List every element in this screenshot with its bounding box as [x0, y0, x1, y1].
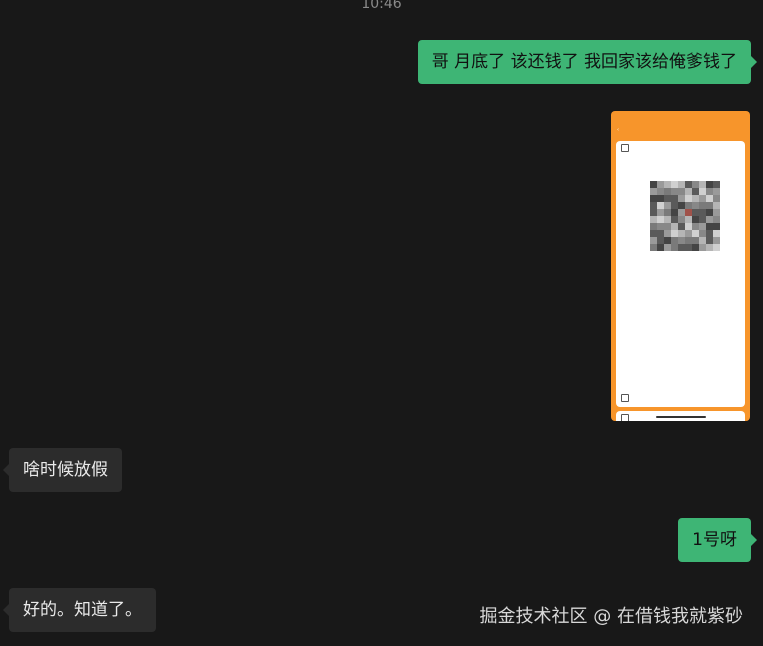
message-bubble-sent[interactable]: 1号呀: [678, 518, 757, 562]
back-icon: ‹: [617, 127, 619, 133]
message-bubble-sent[interactable]: 哥 月底了 该还钱了 我回家该给俺爹钱了: [417, 40, 758, 84]
blurred-qr-code: [650, 181, 720, 251]
store-icon: [621, 414, 629, 421]
phone-status-bar: [611, 111, 750, 124]
timestamp: 10:46: [361, 0, 402, 12]
watermark: 掘金技术社区 @ 在借钱我就紫砂: [479, 606, 743, 627]
home-indicator: [656, 416, 706, 418]
image-message[interactable]: ‹: [611, 111, 750, 421]
message-bubble-received[interactable]: 啥时候放假: [3, 448, 122, 492]
qr-card: [616, 141, 745, 407]
qr-card-header: [616, 141, 745, 155]
phone-nav-bar: ‹: [611, 124, 750, 136]
list-icon: [621, 394, 629, 402]
message-bubble-received[interactable]: 好的。知道了。: [3, 588, 156, 632]
record-row: [616, 391, 634, 405]
qr-icon: [621, 144, 629, 152]
